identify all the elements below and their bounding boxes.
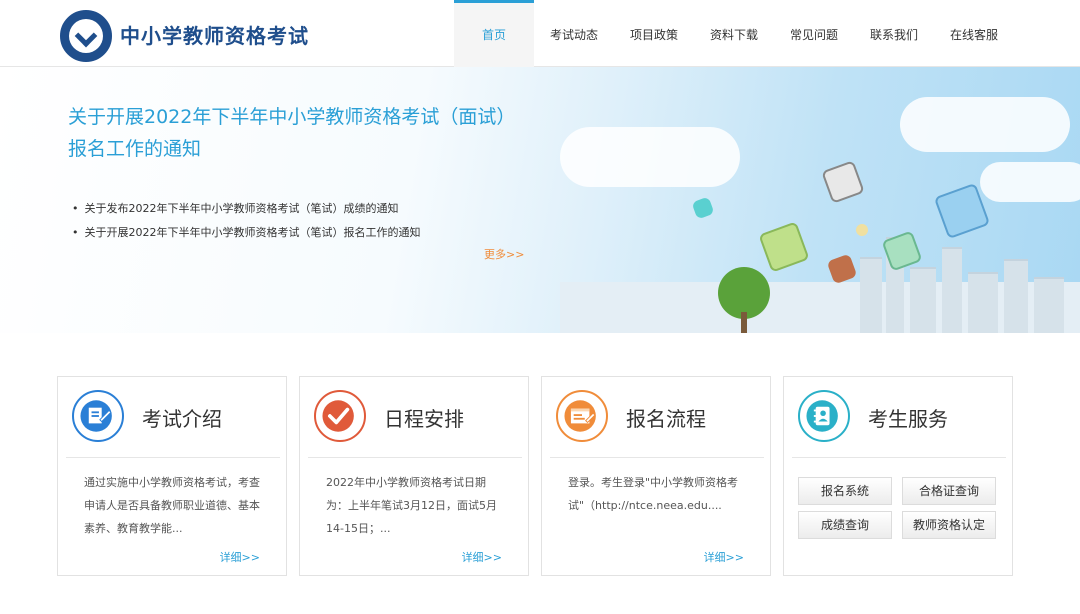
- registration-form-icon[interactable]: [556, 390, 608, 442]
- details-link[interactable]: 详细>>: [462, 549, 502, 565]
- card-exam-intro: 考试介绍 通过实施中小学教师资格考试，考查申请人是否具备教师职业道德、基本素养、…: [57, 376, 287, 576]
- card-divider: [550, 457, 764, 458]
- building-decoration: [1034, 277, 1064, 333]
- small-cube-decoration: [691, 196, 715, 220]
- banner-headline-link[interactable]: 关于开展2022年下半年中小学教师资格考试（面试）报名工作的通知: [68, 101, 508, 165]
- card-header: 考试介绍: [58, 377, 286, 455]
- service-button-grid: 报名系统 合格证查询 成绩查询 教师资格认定: [798, 477, 998, 539]
- nav-exam-news[interactable]: 考试动态: [534, 0, 614, 67]
- registration-system-button[interactable]: 报名系统: [798, 477, 892, 505]
- card-header: 日程安排: [300, 377, 528, 455]
- book-logo-icon[interactable]: [60, 10, 112, 62]
- skyline-decoration: [560, 282, 1080, 333]
- nav-home[interactable]: 首页: [454, 0, 534, 67]
- nav-downloads[interactable]: 资料下载: [694, 0, 774, 67]
- card-header: 考生服务: [784, 377, 1012, 455]
- card-header: 报名流程: [542, 377, 770, 455]
- card-divider: [792, 457, 1006, 458]
- building-decoration: [910, 267, 936, 333]
- banner-news-item[interactable]: 关于开展2022年下半年中小学教师资格考试（笔试）报名工作的通知: [72, 221, 421, 245]
- cloud-decoration: [900, 97, 1070, 152]
- building-decoration: [860, 257, 882, 333]
- score-query-button[interactable]: 成绩查询: [798, 511, 892, 539]
- teacher-qualification-button[interactable]: 教师资格认定: [902, 511, 996, 539]
- card-candidate-services: 考生服务 报名系统 合格证查询 成绩查询 教师资格认定: [783, 376, 1013, 576]
- building-decoration: [1004, 259, 1028, 333]
- card-registration-process: 报名流程 登录。考生登录"中小学教师资格考试"（http://ntce.neea…: [541, 376, 771, 576]
- card-schedule: 日程安排 2022年中小学教师资格考试日期为：上半年笔试3月12日，面试5月14…: [299, 376, 529, 576]
- hero-banner: 关于开展2022年下半年中小学教师资格考试（面试）报名工作的通知 关于发布202…: [0, 67, 1080, 333]
- card-description: 登录。考生登录"中小学教师资格考试"（http://ntce.neea.edu.…: [568, 476, 739, 512]
- piano-cube-decoration: [821, 160, 865, 204]
- small-cube-decoration: [826, 253, 858, 285]
- more-link[interactable]: 更多>>: [484, 246, 524, 262]
- card-title[interactable]: 报名流程: [626, 403, 706, 432]
- small-cube-decoration: [854, 222, 870, 238]
- green-cube-decoration: [758, 221, 810, 273]
- nav-faq[interactable]: 常见问题: [774, 0, 854, 67]
- nav-online-service[interactable]: 在线客服: [934, 0, 1014, 67]
- details-link[interactable]: 详细>>: [704, 549, 744, 565]
- certificate-query-button[interactable]: 合格证查询: [902, 477, 996, 505]
- details-link[interactable]: 详细>>: [220, 549, 260, 565]
- checkmark-icon[interactable]: [314, 390, 366, 442]
- nav-policy[interactable]: 项目政策: [614, 0, 694, 67]
- card-description: 通过实施中小学教师资格考试，考查申请人是否具备教师职业道德、基本素养、教育教学能…: [84, 476, 260, 535]
- building-decoration: [968, 272, 998, 333]
- card-divider: [66, 457, 280, 458]
- cloud-decoration: [560, 127, 740, 187]
- site-header: 中小学教师资格考试 首页 考试动态 项目政策 资料下载 常见问题 联系我们 在线…: [0, 0, 1080, 67]
- banner-news-item[interactable]: 关于发布2022年下半年中小学教师资格考试（笔试）成绩的通知: [72, 197, 421, 221]
- site-title[interactable]: 中小学教师资格考试: [120, 20, 309, 49]
- contacts-book-icon[interactable]: [798, 390, 850, 442]
- main-nav: 首页 考试动态 项目政策 资料下载 常见问题 联系我们 在线客服: [454, 0, 1014, 67]
- nav-contact[interactable]: 联系我们: [854, 0, 934, 67]
- card-description: 2022年中小学教师资格考试日期为：上半年笔试3月12日，面试5月14-15日；…: [326, 476, 497, 535]
- tree-trunk-decoration: [741, 312, 747, 333]
- building-decoration: [942, 247, 962, 333]
- card-title[interactable]: 考试介绍: [142, 403, 222, 432]
- cloud-decoration: [980, 162, 1080, 202]
- card-divider: [308, 457, 522, 458]
- document-edit-icon[interactable]: [72, 390, 124, 442]
- card-title[interactable]: 日程安排: [384, 403, 464, 432]
- card-title[interactable]: 考生服务: [868, 403, 948, 432]
- banner-news-list: 关于发布2022年下半年中小学教师资格考试（笔试）成绩的通知 关于开展2022年…: [72, 197, 421, 245]
